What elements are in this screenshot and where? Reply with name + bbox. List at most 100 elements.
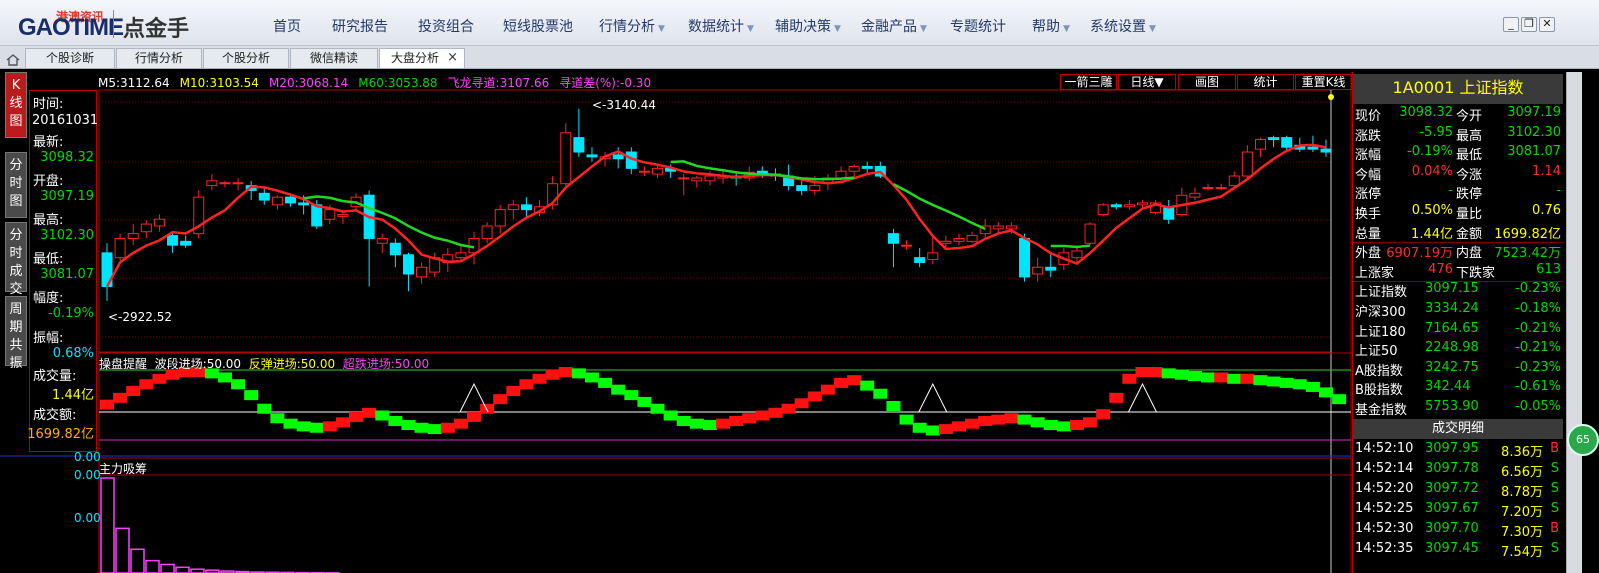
- trade-side: S: [1550, 480, 1559, 496]
- candle: [507, 204, 519, 211]
- index-name: 上证180: [1355, 324, 1406, 340]
- candle: [560, 132, 572, 185]
- index-row[interactable]: 沪深300 3334.24 -0.18%: [1353, 301, 1563, 321]
- info-value: 1.44亿: [52, 388, 94, 403]
- trade-side: S: [1550, 460, 1559, 476]
- indicator1-bar: [1305, 381, 1320, 392]
- info-label: 成交额:: [33, 408, 77, 423]
- chart-button[interactable]: 重置K线: [1295, 74, 1352, 90]
- trade-time: 14:52:25: [1355, 500, 1414, 516]
- index-row[interactable]: B股指数 342.44 -0.61%: [1353, 379, 1563, 399]
- indicator1-bar: [584, 372, 599, 383]
- indicator1-bar: [650, 403, 665, 414]
- indicator1-bar: [637, 396, 652, 407]
- candle: [206, 180, 218, 187]
- side-tab[interactable]: 分 时 成 交: [5, 222, 27, 297]
- minimize-button[interactable]: _: [1503, 17, 1519, 32]
- info-value: 3102.30: [40, 228, 94, 243]
- restore-button[interactable]: ❐: [1521, 17, 1537, 32]
- quote-row: 上涨家 476 下跌家 613: [1353, 262, 1563, 282]
- candle: [1005, 225, 1017, 230]
- close-button[interactable]: ✕: [1539, 17, 1555, 32]
- indicator1-bar: [912, 422, 927, 433]
- indicator1-bar: [545, 369, 560, 380]
- indicator1-bar: [729, 415, 744, 426]
- indicator1-bar: [794, 398, 809, 409]
- float-badge[interactable]: 65: [1567, 424, 1599, 456]
- index-change: -0.18%: [1515, 301, 1561, 316]
- candle: [1202, 187, 1214, 190]
- index-row[interactable]: 上证180 7164.65 -0.21%: [1353, 321, 1563, 341]
- indicator1-item: 波段进场:50.00: [154, 357, 242, 371]
- indicator2-bar: [145, 559, 160, 573]
- indicator1-axis-label: 0.00: [74, 450, 101, 464]
- indicator1-bar: [1292, 379, 1307, 390]
- chart-button[interactable]: 一箭三雕: [1060, 74, 1117, 90]
- trade-price: 3097.95: [1425, 440, 1479, 456]
- indicator1-bar: [1017, 414, 1032, 425]
- chart-button[interactable]: 统计: [1237, 74, 1294, 90]
- candle: [376, 237, 388, 244]
- indicator1-bar: [126, 386, 141, 397]
- candle: [1163, 206, 1175, 220]
- indicator1-bar: [1279, 377, 1294, 388]
- indicator1-bar: [951, 421, 966, 432]
- candle: [1110, 204, 1122, 208]
- quote-value: 3102.30: [1507, 124, 1561, 140]
- chart-button[interactable]: 画图: [1178, 74, 1236, 90]
- candle: [1215, 187, 1227, 190]
- indicator1-bar: [899, 414, 914, 425]
- indicator1-bar: [427, 424, 442, 435]
- candle: [114, 237, 126, 259]
- trade-side: B: [1550, 440, 1559, 456]
- info-label: 最低:: [33, 252, 64, 267]
- quote-label: 换手: [1355, 207, 1382, 222]
- quote-label: 最高: [1456, 128, 1483, 144]
- indicator1-bar: [1083, 417, 1098, 428]
- candle: [887, 233, 899, 244]
- candle: [796, 185, 808, 191]
- candle: [271, 196, 283, 206]
- indicator1-bar: [1148, 367, 1163, 377]
- indicator1-bar: [834, 377, 849, 388]
- signal-marker: [918, 382, 948, 413]
- candle: [1320, 148, 1332, 153]
- trade-row: 14:52:35 3097.45 7.54万 S: [1353, 541, 1563, 561]
- quote-value: 476: [1428, 261, 1453, 277]
- index-name: B股指数: [1355, 383, 1403, 399]
- quote-value: -5.95: [1419, 124, 1453, 140]
- index-row[interactable]: 上证指数 3097.15 -0.23%: [1353, 281, 1563, 301]
- side-tab[interactable]: 分 时 图: [5, 152, 27, 218]
- index-row[interactable]: 上证50 2248.98 -0.21%: [1353, 340, 1563, 360]
- trade-price: 3097.45: [1425, 540, 1479, 556]
- candle: [232, 182, 244, 185]
- index-value: 342.44: [1425, 379, 1471, 395]
- indicator2-bar: [160, 563, 175, 573]
- candle: [1123, 204, 1135, 208]
- right-scrollbar[interactable]: 65: [1566, 72, 1599, 573]
- side-tab[interactable]: K 线 图: [5, 72, 27, 138]
- info-label: 最新:: [33, 135, 64, 150]
- indicator1-bar: [440, 422, 455, 433]
- quote-value: 3097.19: [1507, 105, 1561, 120]
- trade-side: B: [1550, 520, 1559, 536]
- quote-value: 3081.07: [1507, 144, 1561, 160]
- quote-panel: 1A0001 上证指数 现价 3098.32 今开 3097.19 涨跌 -5.95 最高 31…: [1352, 72, 1566, 573]
- chart-button[interactable]: 日线▼: [1118, 74, 1176, 90]
- indicator1-bar: [820, 384, 835, 395]
- scrollbar-track[interactable]: [1566, 72, 1582, 573]
- index-row[interactable]: A股指数 3242.75 -0.23%: [1353, 360, 1563, 380]
- indicator1-bar: [453, 418, 468, 429]
- indicator1-bar: [689, 418, 704, 429]
- side-tab[interactable]: 周 期 共 振: [5, 296, 27, 371]
- info-value: 3097.19: [40, 189, 94, 204]
- indicator1-bar: [781, 403, 796, 414]
- info-value: 0.68%: [52, 346, 94, 361]
- indicator1-bar: [414, 422, 429, 433]
- info-value: -0.19%: [48, 306, 94, 321]
- index-row[interactable]: 基金指数 5753.90 -0.05%: [1353, 399, 1563, 419]
- candle: [809, 185, 821, 191]
- index-change: -0.61%: [1515, 379, 1561, 395]
- index-value: 2248.98: [1425, 340, 1479, 356]
- candle: [219, 182, 231, 185]
